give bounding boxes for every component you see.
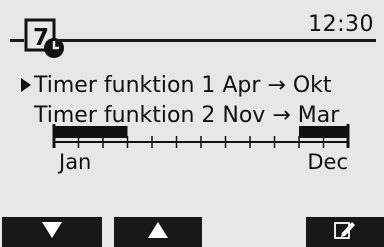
edit-pencil-icon: [334, 220, 356, 244]
up-button[interactable]: [114, 217, 202, 247]
header-divider: [56, 39, 376, 42]
down-button[interactable]: [2, 217, 102, 247]
timer-screen: 7 12:30 Timer funktion 1 Apr → Okt Timer…: [0, 0, 384, 247]
year-timeline: [52, 124, 350, 148]
timeline-active-bar: [54, 126, 128, 138]
header-divider-left: [10, 39, 24, 42]
timeline-end-label: Dec: [307, 150, 348, 174]
timer-line-1[interactable]: Timer funktion 1 Apr → Okt: [20, 70, 339, 100]
clock-time: 12:30: [308, 12, 374, 37]
selection-cursor-icon: [20, 77, 34, 93]
edit-button[interactable]: [306, 217, 384, 247]
timeline-start-label: Jan: [59, 150, 92, 174]
arrow-up-icon: [146, 221, 170, 243]
arrow-down-icon: [40, 221, 64, 243]
timeline-active-bar: [299, 126, 348, 138]
timer-list: Timer funktion 1 Apr → Okt Timer funktio…: [20, 70, 339, 130]
timer-line-1-text: Timer funktion 1 Apr → Okt: [34, 72, 332, 98]
